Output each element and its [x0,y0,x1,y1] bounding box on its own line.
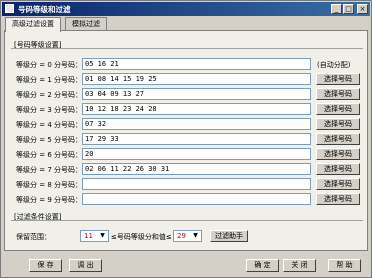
save-button[interactable]: 保 存 [29,259,62,272]
grade-row-label: 等级分 = 2 分号码： [16,91,82,99]
grade-row-8: 等级分 = 8 分号码： 选择号码 [5,178,369,190]
tab-advanced-filter[interactable]: 高级过滤设置 [5,17,61,32]
grade-7-numbers-field[interactable]: 02 06 11 22 26 30 31 [82,163,311,175]
close-dialog-button[interactable]: 关 闭 [283,259,316,272]
grade-3-numbers-field[interactable]: 10 12 18 23 24 28 [82,103,311,115]
window: 号码等级和过滤 _ □ × 高级过滤设置 模拟过滤 [号码等级设置] 等级分 =… [0,0,372,278]
select-numbers-button-4[interactable]: 选择号码 [316,118,360,130]
grade-9-numbers-field[interactable] [82,193,311,205]
grade-row-label: 等级分 = 8 分号码： [16,181,82,189]
grade-8-numbers-field[interactable] [82,178,311,190]
maximize-button[interactable]: □ [343,4,354,14]
sum-condition-label: ≤号码等级分和值≤ [111,233,172,241]
chevron-down-icon: ▼ [193,232,198,239]
close-button[interactable]: × [357,4,368,14]
grade-row-label: 等级分 = 0 分号码： [16,61,82,69]
max-sum-select[interactable]: 29 ▼ [173,230,202,242]
auto-assign-note: (自动分配) [317,61,351,69]
ok-button[interactable]: 确 定 [246,259,279,272]
help-button[interactable]: 帮 助 [328,259,361,272]
grade-1-numbers-field[interactable]: 01 08 14 15 19 25 [82,73,311,85]
grade-row-label: 等级分 = 5 分号码： [16,136,82,144]
grade-group-divider [11,48,363,49]
grade-row-6: 等级分 = 6 分号码： 20 选择号码 [5,148,369,160]
select-numbers-button-9[interactable]: 选择号码 [316,193,360,205]
grade-row-label: 等级分 = 3 分号码： [16,106,82,114]
grade-row-5: 等级分 = 5 分号码： 17 29 33 选择号码 [5,133,369,145]
grade-5-numbers-field[interactable]: 17 29 33 [82,133,311,145]
grade-row-label: 等级分 = 6 分号码： [16,151,82,159]
tab-panel: [号码等级设置] 等级分 = 0 分号码： 05 16 21 (自动分配) 等级… [4,30,368,251]
grade-row-3: 等级分 = 3 分号码： 10 12 18 23 24 28 选择号码 [5,103,369,115]
title-bar: 号码等级和过滤 _ □ × [2,2,370,16]
min-sum-select[interactable]: 11 ▼ [80,230,109,242]
load-button[interactable]: 调 出 [69,259,102,272]
grade-row-2: 等级分 = 2 分号码： 03 04 09 13 27 选择号码 [5,88,369,100]
max-sum-value: 29 [177,232,186,240]
grade-row-label: 等级分 = 9 分号码： [16,196,82,204]
grade-4-numbers-field[interactable]: 07 32 [82,118,311,130]
grade-row-label: 等级分 = 1 分号码： [16,76,82,84]
grade-row-1: 等级分 = 1 分号码： 01 08 14 15 19 25 选择号码 [5,73,369,85]
filter-helper-button[interactable]: 过滤助手 [210,230,248,242]
grade-2-numbers-field[interactable]: 03 04 09 13 27 [82,88,311,100]
minimize-button[interactable]: _ [331,4,342,14]
grade-row-label: 等级分 = 4 分号码： [16,121,82,129]
retain-range-label: 保留范围： [16,233,51,241]
select-numbers-button-2[interactable]: 选择号码 [316,88,360,100]
select-numbers-button-8[interactable]: 选择号码 [316,178,360,190]
select-numbers-button-1[interactable]: 选择号码 [316,73,360,85]
select-numbers-button-6[interactable]: 选择号码 [316,148,360,160]
select-numbers-button-3[interactable]: 选择号码 [316,103,360,115]
grade-row-0: 等级分 = 0 分号码： 05 16 21 (自动分配) [5,58,369,70]
grade-row-label: 等级分 = 7 分号码： [16,166,82,174]
grade-row-9: 等级分 = 9 分号码： 选择号码 [5,193,369,205]
select-numbers-button-7[interactable]: 选择号码 [316,163,360,175]
select-numbers-button-5[interactable]: 选择号码 [316,133,360,145]
window-title: 号码等级和过滤 [18,5,71,14]
app-icon [5,4,14,13]
grade-6-numbers-field[interactable]: 20 [82,148,311,160]
filter-group-divider [11,220,363,221]
grade-row-7: 等级分 = 7 分号码： 02 06 11 22 26 30 31 选择号码 [5,163,369,175]
grade-row-4: 等级分 = 4 分号码： 07 32 选择号码 [5,118,369,130]
min-sum-value: 11 [84,232,93,240]
chevron-down-icon: ▼ [100,232,105,239]
tab-simulated-filter[interactable]: 模拟过滤 [65,17,107,31]
grade-0-numbers-field[interactable]: 05 16 21 [82,58,311,70]
